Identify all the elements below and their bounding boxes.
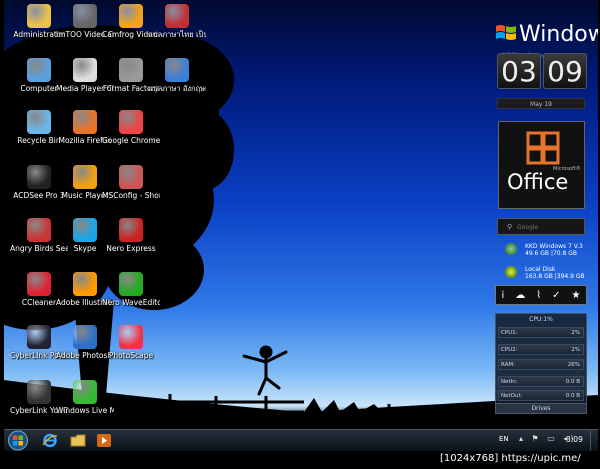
windows-drive-icon [505,243,517,255]
office-name: Office [507,170,569,194]
footer-caption: [1024x768] https://upic.me/ [440,453,581,464]
desktop-icon-label: MSConfig - Shortcut [102,191,160,200]
desktop-icon-label: แปลภาษา อังกฤษเป็นไทย [148,84,206,93]
cpu-row-value: 0.0 B [565,393,580,399]
star-icon[interactable]: ★ [571,290,580,301]
cpu-row-value: 2% [571,330,580,336]
desktop-icon[interactable]: Google Chrome [102,110,160,145]
recycle-bin-icon [27,110,51,134]
music-player-icon [73,165,97,189]
office-gadget[interactable]: Microsoft® Office [498,121,585,209]
cpu-row: CPU2: 2% [498,344,584,355]
explorer-icon[interactable] [70,433,86,448]
show-desktop-button[interactable] [590,431,597,450]
cpu-row-value: 26% [567,362,580,368]
drives-footer[interactable]: Drives [495,403,587,414]
desktop-icon-label: Windows Live Messenger [56,406,114,415]
camfrog-icon [119,4,143,28]
desktop-icon[interactable]: Nero WaveEditor [102,272,160,307]
desktop-screen: AdministratorImTOO Video Converter U...C… [4,0,598,451]
search-icon[interactable]: ⚲ [507,223,512,231]
desktop-icon[interactable]: Nero Express [102,218,160,253]
cpu-row-label: NetOut: [501,393,523,399]
nero-wave-icon [119,272,143,296]
clock-date: May 19 [497,98,585,109]
search-gadget: ⚲ [497,218,585,235]
powerdvd-icon [27,325,51,349]
cpu-row: NetIn: 0.0 B [498,376,584,387]
media-player-icon [73,58,97,82]
folder-user-icon [27,4,51,28]
brand-title: Windows [519,22,598,47]
clock-minute[interactable]: 09 [543,53,587,89]
drive-gadget-local[interactable]: Local Disk 163.8 GB |394.9 GB [505,264,589,282]
cpu-row-label: CPU1: [501,330,518,336]
film-reel-icon [73,4,97,28]
cpu-row-value: 2% [571,347,580,353]
desktop-icon[interactable]: Windows Live Messenger [56,380,114,415]
cpu-row-label: NetIn: [501,379,518,385]
language-indicator[interactable]: EN [499,435,509,443]
acdsee-icon [27,165,51,189]
desktop-icon-label: แปลภาษาไทย เป็นอังกฤษ [148,30,206,39]
youcam-icon [27,380,51,404]
cpu-row: NetOut: 0.0 B [498,390,584,401]
windows-brand: Windows [495,22,598,47]
desktop-icon-label: Nero WaveEditor [102,298,160,307]
clock-hour[interactable]: 03 [497,53,541,89]
taskbar: EN ▴ ⚑ ▭ ◂) 3:09 [4,429,598,451]
firefox-icon [73,110,97,134]
windows-flag-icon [496,25,516,40]
cpu-row-value: 0.0 B [565,379,580,385]
taskbar-clock[interactable]: 3:09 [566,435,583,444]
tools-gadget: i ☁ ⌇ ✓ ★ [495,285,587,305]
office-logo-icon [526,131,560,165]
ie-icon[interactable] [42,433,58,448]
cpu-row-label: CPU2: [501,347,518,353]
search-input[interactable] [517,222,579,232]
desktop-icon-label: Nero Express [106,244,156,253]
photoshop-icon [73,325,97,349]
drive-title: Local Disk [525,266,556,273]
desktop-icon[interactable]: แปลภาษา อังกฤษเป็นไทย [148,58,206,93]
desktop-icon[interactable]: MSConfig - Shortcut [102,165,160,200]
check-icon[interactable]: ✓ [552,290,560,301]
info-icon[interactable]: i [501,290,504,301]
illustrator-icon [73,272,97,296]
desktop-icon[interactable]: PhotoScape [102,325,160,360]
desktop-icon-label: Google Chrome [102,136,160,145]
cpu-title: CPU:1% [529,316,553,323]
photoscape-icon [119,325,143,349]
desktop-icon-label: PhotoScape [108,351,154,360]
msconfig-icon [119,165,143,189]
cpu-row: RAM: 26% [498,359,584,370]
ccleaner-icon [27,272,51,296]
weather-icon[interactable]: ☁ [515,290,525,301]
drive-detail: 49.6 GB |70.8 GB [525,250,577,257]
local-disk-icon [505,266,517,278]
drive-title: KKD Windows 7 V.3 [525,243,583,250]
start-button[interactable] [7,430,29,451]
angry-birds-icon [27,218,51,242]
computer-icon [27,58,51,82]
rss-icon[interactable]: ⌇ [536,290,541,301]
drive-detail: 163.8 GB |394.9 GB [525,273,585,280]
messenger-icon [73,380,97,404]
cpu-gadget[interactable]: CPU:1% CPU1: 2% CPU2: 2% RAM: 26% NetIn: 0.0… [495,313,587,414]
nero-express-icon [119,218,143,242]
media-player-icon[interactable] [96,433,112,448]
chrome-icon [119,110,143,134]
drive-gadget-windows[interactable]: KKD Windows 7 V.3 49.6 GB |70.8 GB [505,241,589,259]
skype-icon [73,218,97,242]
translate-thai-icon [165,4,189,28]
format-factory-icon [119,58,143,82]
desktop-icon[interactable]: แปลภาษาไทย เป็นอังกฤษ [148,4,206,39]
translate-abc-icon [165,58,189,82]
cpu-row: CPU1: 2% [498,327,584,338]
cpu-row-label: RAM: [501,362,515,368]
